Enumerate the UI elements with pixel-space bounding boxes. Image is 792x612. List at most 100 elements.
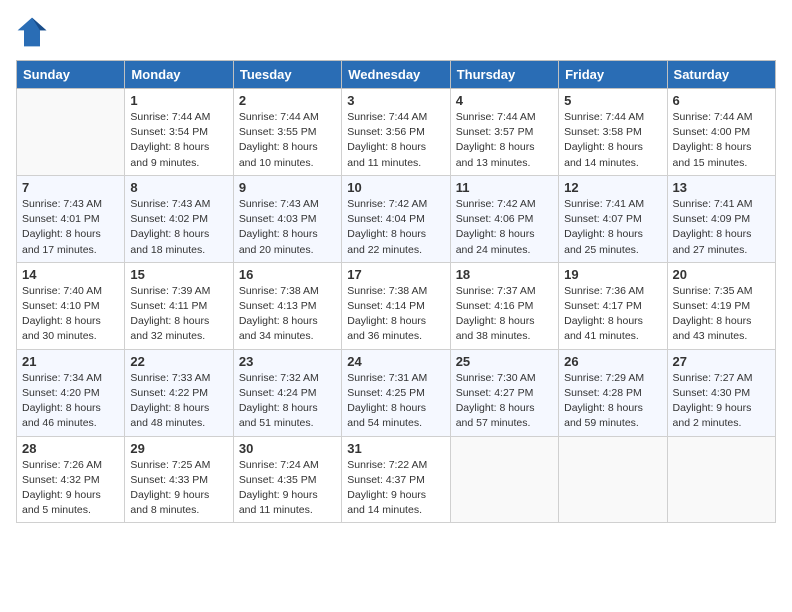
day-info: Sunrise: 7:40 AMSunset: 4:10 PMDaylight:… [22, 284, 119, 345]
day-info: Sunrise: 7:42 AMSunset: 4:04 PMDaylight:… [347, 197, 444, 258]
calendar-cell: 4 Sunrise: 7:44 AMSunset: 3:57 PMDaylight… [450, 89, 558, 176]
calendar-cell: 26Sunrise: 7:29 AMSunset: 4:28 PMDayligh… [559, 349, 667, 436]
weekday-header: Sunday [17, 61, 125, 89]
day-info: Sunrise: 7:25 AMSunset: 4:33 PMDaylight:… [130, 458, 227, 519]
day-number: 5 [564, 93, 661, 108]
calendar-cell: 27Sunrise: 7:27 AMSunset: 4:30 PMDayligh… [667, 349, 775, 436]
day-info: Sunrise: 7:27 AMSunset: 4:30 PMDaylight:… [673, 371, 770, 432]
day-number: 2 [239, 93, 336, 108]
day-info: Sunrise: 7:37 AMSunset: 4:16 PMDaylight:… [456, 284, 553, 345]
day-number: 4 [456, 93, 553, 108]
day-number: 3 [347, 93, 444, 108]
calendar-cell: 16 Sunrise: 7:38 AMSunset: 4:13 PMDayligh… [233, 262, 341, 349]
day-number: 12 [564, 180, 661, 195]
day-info: Sunrise: 7:38 AMSunset: 4:13 PMDaylight:… [239, 284, 336, 345]
day-info: Sunrise: 7:22 AMSunset: 4:37 PMDaylight:… [347, 458, 444, 519]
calendar-week-row: 14 Sunrise: 7:40 AMSunset: 4:10 PMDayligh… [17, 262, 776, 349]
day-number: 1 [130, 93, 227, 108]
day-number: 29 [130, 441, 227, 456]
day-number: 17 [347, 267, 444, 282]
day-info: Sunrise: 7:35 AMSunset: 4:19 PMDaylight:… [673, 284, 770, 345]
day-info: Sunrise: 7:44 AMSunset: 3:54 PMDaylight:… [130, 110, 227, 171]
calendar-cell: 30Sunrise: 7:24 AMSunset: 4:35 PMDayligh… [233, 436, 341, 523]
day-info: Sunrise: 7:44 AMSunset: 3:56 PMDaylight:… [347, 110, 444, 171]
day-number: 24 [347, 354, 444, 369]
calendar-cell: 13 Sunrise: 7:41 AMSunset: 4:09 PMDayligh… [667, 175, 775, 262]
calendar-cell: 18 Sunrise: 7:37 AMSunset: 4:16 PMDayligh… [450, 262, 558, 349]
weekday-header: Wednesday [342, 61, 450, 89]
calendar-cell: 25 Sunrise: 7:30 AMSunset: 4:27 PMDayligh… [450, 349, 558, 436]
calendar-cell: 14 Sunrise: 7:40 AMSunset: 4:10 PMDayligh… [17, 262, 125, 349]
day-info: Sunrise: 7:31 AMSunset: 4:25 PMDaylight:… [347, 371, 444, 432]
logo [16, 16, 52, 48]
calendar-week-row: 21 Sunrise: 7:34 AMSunset: 4:20 PMDayligh… [17, 349, 776, 436]
day-number: 18 [456, 267, 553, 282]
calendar-cell: 1 Sunrise: 7:44 AMSunset: 3:54 PMDaylight… [125, 89, 233, 176]
day-number: 23 [239, 354, 336, 369]
day-info: Sunrise: 7:44 AMSunset: 3:57 PMDaylight:… [456, 110, 553, 171]
day-info: Sunrise: 7:36 AMSunset: 4:17 PMDaylight:… [564, 284, 661, 345]
weekday-header: Monday [125, 61, 233, 89]
calendar-cell [17, 89, 125, 176]
calendar-cell: 6Sunrise: 7:44 AMSunset: 4:00 PMDaylight… [667, 89, 775, 176]
day-info: Sunrise: 7:39 AMSunset: 4:11 PMDaylight:… [130, 284, 227, 345]
day-info: Sunrise: 7:41 AMSunset: 4:07 PMDaylight:… [564, 197, 661, 258]
day-info: Sunrise: 7:24 AMSunset: 4:35 PMDaylight:… [239, 458, 336, 519]
day-info: Sunrise: 7:34 AMSunset: 4:20 PMDaylight:… [22, 371, 119, 432]
day-info: Sunrise: 7:43 AMSunset: 4:03 PMDaylight:… [239, 197, 336, 258]
calendar-cell: 10 Sunrise: 7:42 AMSunset: 4:04 PMDayligh… [342, 175, 450, 262]
calendar-cell: 11Sunrise: 7:42 AMSunset: 4:06 PMDayligh… [450, 175, 558, 262]
day-info: Sunrise: 7:44 AMSunset: 3:55 PMDaylight:… [239, 110, 336, 171]
calendar-cell: 3 Sunrise: 7:44 AMSunset: 3:56 PMDaylight… [342, 89, 450, 176]
calendar-cell: 31 Sunrise: 7:22 AMSunset: 4:37 PMDayligh… [342, 436, 450, 523]
day-number: 10 [347, 180, 444, 195]
day-number: 25 [456, 354, 553, 369]
day-info: Sunrise: 7:33 AMSunset: 4:22 PMDaylight:… [130, 371, 227, 432]
day-number: 13 [673, 180, 770, 195]
calendar-cell: 23 Sunrise: 7:32 AMSunset: 4:24 PMDayligh… [233, 349, 341, 436]
calendar-week-row: 28 Sunrise: 7:26 AMSunset: 4:32 PMDayligh… [17, 436, 776, 523]
calendar-cell: 20 Sunrise: 7:35 AMSunset: 4:19 PMDayligh… [667, 262, 775, 349]
day-info: Sunrise: 7:30 AMSunset: 4:27 PMDaylight:… [456, 371, 553, 432]
calendar-table: SundayMondayTuesdayWednesdayThursdayFrid… [16, 60, 776, 523]
calendar-cell: 12 Sunrise: 7:41 AMSunset: 4:07 PMDayligh… [559, 175, 667, 262]
day-number: 16 [239, 267, 336, 282]
calendar-cell [559, 436, 667, 523]
day-info: Sunrise: 7:32 AMSunset: 4:24 PMDaylight:… [239, 371, 336, 432]
calendar-cell: 8 Sunrise: 7:43 AMSunset: 4:02 PMDaylight… [125, 175, 233, 262]
day-info: Sunrise: 7:41 AMSunset: 4:09 PMDaylight:… [673, 197, 770, 258]
day-info: Sunrise: 7:44 AMSunset: 4:00 PMDaylight:… [673, 110, 770, 171]
day-number: 9 [239, 180, 336, 195]
calendar-cell: 17 Sunrise: 7:38 AMSunset: 4:14 PMDayligh… [342, 262, 450, 349]
weekday-header: Friday [559, 61, 667, 89]
calendar-header-row: SundayMondayTuesdayWednesdayThursdayFrid… [17, 61, 776, 89]
day-info: Sunrise: 7:42 AMSunset: 4:06 PMDaylight:… [456, 197, 553, 258]
weekday-header: Tuesday [233, 61, 341, 89]
calendar-week-row: 1 Sunrise: 7:44 AMSunset: 3:54 PMDaylight… [17, 89, 776, 176]
day-number: 21 [22, 354, 119, 369]
calendar-cell: 28 Sunrise: 7:26 AMSunset: 4:32 PMDayligh… [17, 436, 125, 523]
day-number: 22 [130, 354, 227, 369]
calendar-cell: 7Sunrise: 7:43 AMSunset: 4:01 PMDaylight… [17, 175, 125, 262]
day-info: Sunrise: 7:26 AMSunset: 4:32 PMDaylight:… [22, 458, 119, 519]
calendar-cell: 24 Sunrise: 7:31 AMSunset: 4:25 PMDayligh… [342, 349, 450, 436]
weekday-header: Saturday [667, 61, 775, 89]
day-number: 15 [130, 267, 227, 282]
day-number: 28 [22, 441, 119, 456]
calendar-week-row: 7Sunrise: 7:43 AMSunset: 4:01 PMDaylight… [17, 175, 776, 262]
calendar-cell: 21 Sunrise: 7:34 AMSunset: 4:20 PMDayligh… [17, 349, 125, 436]
calendar-cell: 22 Sunrise: 7:33 AMSunset: 4:22 PMDayligh… [125, 349, 233, 436]
day-number: 31 [347, 441, 444, 456]
day-info: Sunrise: 7:43 AMSunset: 4:02 PMDaylight:… [130, 197, 227, 258]
day-info: Sunrise: 7:38 AMSunset: 4:14 PMDaylight:… [347, 284, 444, 345]
day-number: 8 [130, 180, 227, 195]
calendar-cell: 29 Sunrise: 7:25 AMSunset: 4:33 PMDayligh… [125, 436, 233, 523]
weekday-header: Thursday [450, 61, 558, 89]
calendar-cell: 5Sunrise: 7:44 AMSunset: 3:58 PMDaylight… [559, 89, 667, 176]
day-number: 14 [22, 267, 119, 282]
day-number: 19 [564, 267, 661, 282]
day-info: Sunrise: 7:43 AMSunset: 4:01 PMDaylight:… [22, 197, 119, 258]
day-number: 20 [673, 267, 770, 282]
calendar-cell: 2 Sunrise: 7:44 AMSunset: 3:55 PMDaylight… [233, 89, 341, 176]
calendar-cell [450, 436, 558, 523]
